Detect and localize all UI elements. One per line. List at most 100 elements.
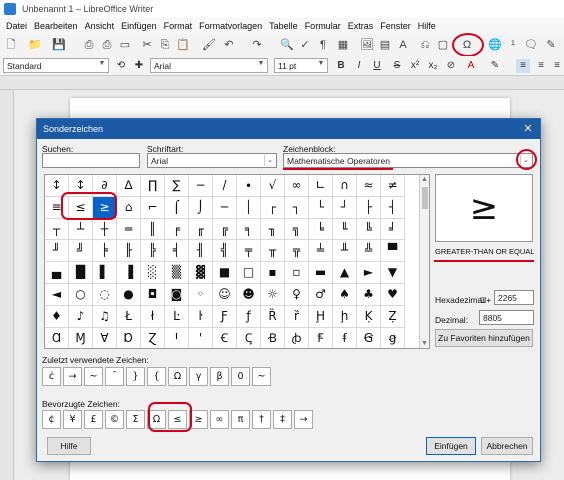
character-block-select[interactable]: Mathematische Operatoren ⌄ <box>283 153 533 168</box>
find-replace-icon[interactable]: 🔍 <box>280 38 294 52</box>
grid-character-cell[interactable]: ☻ <box>237 283 261 306</box>
grid-character-cell[interactable]: ≠ <box>381 175 405 197</box>
grid-character-cell[interactable]: ♫ <box>93 305 117 328</box>
highlight-color-icon[interactable]: ✎ <box>488 59 502 73</box>
track-changes-icon[interactable]: ✎ <box>544 38 558 52</box>
favorite-character-cell[interactable]: ¥ <box>63 410 82 429</box>
grid-character-cell[interactable]: Ɐ <box>93 327 117 348</box>
menu-bearbeiten[interactable]: Bearbeiten <box>32 18 83 34</box>
new-document-icon[interactable]: 🗋 <box>4 38 18 52</box>
grid-character-cell[interactable]: ┼ <box>93 218 117 241</box>
font-color-icon[interactable]: A <box>464 59 478 73</box>
recent-character-cell[interactable]: } <box>126 367 145 386</box>
grid-character-cell[interactable]: ┌ <box>261 196 285 219</box>
grid-character-cell[interactable]: ≈ <box>357 175 381 197</box>
grid-character-cell[interactable]: ▼ <box>381 262 405 284</box>
grid-character-cell[interactable]: Ł <box>117 305 141 328</box>
clone-formatting-icon[interactable]: 🖌 <box>202 38 216 52</box>
grid-character-cell[interactable]: ∙ <box>237 175 261 197</box>
recent-character-cell[interactable]: ¯ <box>105 367 124 386</box>
grid-character-cell[interactable]: ╢ <box>189 240 213 263</box>
favorite-character-cell[interactable]: ‡ <box>273 410 292 429</box>
grid-character-cell[interactable]: ┴ <box>69 218 93 241</box>
open-folder-icon[interactable]: 📁 <box>28 38 42 52</box>
recent-character-cell[interactable]: ~ <box>252 367 271 386</box>
recent-character-cell[interactable]: β <box>210 367 229 386</box>
insert-image-icon[interactable]: 🖼 <box>360 38 374 52</box>
grid-character-cell[interactable]: Ɒ <box>117 327 141 348</box>
grid-character-cell[interactable]: ╠ <box>141 240 165 263</box>
hyperlink-icon[interactable]: 🌐 <box>488 38 502 52</box>
grid-character-cell[interactable]: Ɱ <box>69 327 93 348</box>
grid-character-cell[interactable]: ═ <box>117 218 141 241</box>
grid-character-cell[interactable]: ▫ <box>285 262 309 284</box>
grid-character-cell[interactable]: ╟ <box>117 240 141 263</box>
grid-character-cell[interactable]: ◦ <box>189 283 213 306</box>
bold-icon[interactable]: B <box>334 59 348 73</box>
comment-icon[interactable]: 🗨 <box>524 38 538 52</box>
recent-character-cell[interactable]: ~ <box>84 367 103 386</box>
grid-character-cell[interactable]: ╒ <box>165 218 189 241</box>
grid-character-cell[interactable]: ⌂ <box>117 196 141 219</box>
grid-character-cell[interactable]: ▒ <box>165 262 189 284</box>
grid-character-cell[interactable]: ☼ <box>261 283 285 306</box>
grid-character-cell[interactable]: ◌ <box>93 283 117 306</box>
clear-formatting-icon[interactable]: ⊘ <box>444 59 458 73</box>
print-icon[interactable]: ⎙ <box>100 38 114 52</box>
grid-character-cell[interactable]: ─ <box>213 196 237 219</box>
grid-character-cell[interactable]: ♂ <box>309 283 333 306</box>
grid-character-cell[interactable]: □ <box>237 262 261 284</box>
favorite-character-cell[interactable]: £ <box>84 410 103 429</box>
grid-character-cell[interactable]: ● <box>117 283 141 306</box>
grid-character-cell[interactable]: ╔ <box>213 218 237 241</box>
recent-character-cell[interactable]: γ <box>189 367 208 386</box>
grid-character-cell[interactable]: Ƒ <box>213 305 237 328</box>
recent-character-cell[interactable]: { <box>147 367 166 386</box>
insert-chart-icon[interactable]: ▤ <box>378 38 392 52</box>
grid-character-cell[interactable]: ▄ <box>45 262 69 284</box>
recent-character-cell[interactable]: ċ <box>42 367 61 386</box>
paste-icon[interactable]: 📋 <box>176 38 190 52</box>
grid-character-cell[interactable]: ■ <box>213 262 237 284</box>
grid-character-cell[interactable]: Ꞌ <box>165 327 189 348</box>
grid-character-cell[interactable]: ♣ <box>357 283 381 306</box>
recent-character-cell[interactable]: → <box>63 367 82 386</box>
grid-character-cell[interactable]: ╙ <box>333 218 357 241</box>
grid-character-cell[interactable]: ⌐ <box>141 196 165 219</box>
grid-character-cell[interactable]: ▬ <box>309 262 333 284</box>
favorite-character-cell[interactable]: π <box>231 410 250 429</box>
insert-page-break-icon[interactable]: ⎌ <box>418 38 432 52</box>
align-right-icon[interactable]: ≡ <box>550 59 564 73</box>
grid-character-cell[interactable]: Ḳ <box>357 305 381 328</box>
insert-field-icon[interactable]: ▢ <box>436 38 450 52</box>
grid-character-cell[interactable]: ▲ <box>333 262 357 284</box>
grid-character-cell[interactable]: ▌ <box>93 262 117 284</box>
recent-character-cell[interactable]: 0 <box>231 367 250 386</box>
grid-character-cell[interactable]: ⌠ <box>165 196 189 219</box>
grid-character-cell[interactable]: ┬ <box>45 218 69 241</box>
menu-ansicht[interactable]: Ansicht <box>83 18 120 34</box>
grid-character-cell[interactable]: √ <box>261 175 285 197</box>
grid-character-cell[interactable]: ║ <box>141 218 165 241</box>
grid-character-cell[interactable]: │ <box>237 196 261 219</box>
grid-character-cell[interactable]: Ꞡ <box>357 327 381 348</box>
grid-character-cell[interactable]: ╨ <box>333 240 357 263</box>
favorite-character-cell[interactable]: → <box>294 410 313 429</box>
close-icon[interactable]: ✕ <box>521 122 535 136</box>
grid-character-cell[interactable]: Ȑ <box>261 305 285 328</box>
grid-character-cell[interactable]: ╛ <box>381 218 405 241</box>
menu-format[interactable]: Format <box>162 18 198 34</box>
grid-scrollbar[interactable]: ▲ ▼ <box>419 175 429 348</box>
grid-character-cell[interactable]: / <box>213 175 237 197</box>
help-button[interactable]: Hilfe <box>47 437 91 455</box>
grid-character-cell[interactable]: ♥ <box>381 283 405 306</box>
grid-character-cell[interactable]: ► <box>357 262 381 284</box>
grid-character-cell[interactable]: ╕ <box>237 218 261 241</box>
grid-character-cell[interactable]: ╝ <box>69 240 93 263</box>
spellcheck-icon[interactable]: ✓ <box>298 38 312 52</box>
grid-character-cell[interactable]: ḩ <box>333 305 357 328</box>
chevron-down-icon[interactable]: ▼ <box>316 60 326 71</box>
grid-character-cell[interactable]: ╞ <box>93 240 117 263</box>
menu-hilfe[interactable]: Hilfe <box>416 18 441 34</box>
insert-button[interactable]: Einfügen <box>426 437 476 455</box>
